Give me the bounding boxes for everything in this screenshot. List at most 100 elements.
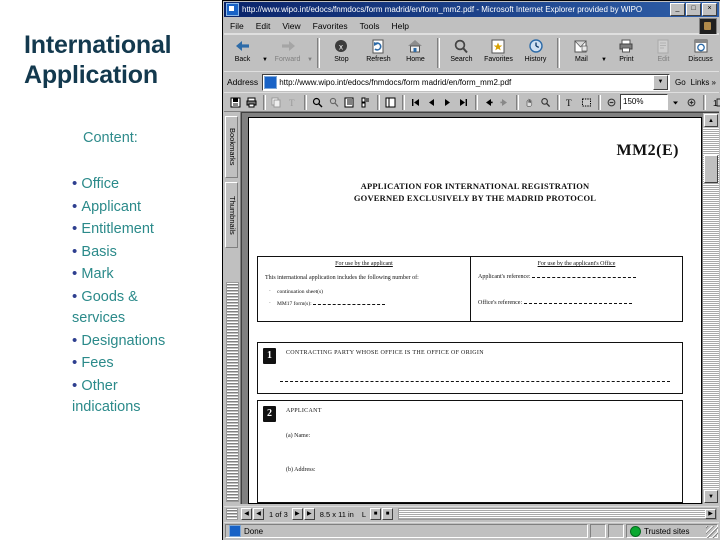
status-gripper[interactable]: [226, 508, 238, 520]
menu-item-edit[interactable]: Edit: [250, 21, 277, 31]
section-2-number: 2: [263, 406, 276, 422]
copy-icon[interactable]: [269, 94, 284, 110]
find-icon[interactable]: [310, 94, 325, 110]
bullet-icon: •: [72, 354, 82, 371]
list-item-label: Goods &: [81, 288, 138, 305]
next-page-icon[interactable]: [440, 94, 455, 110]
chevron-down-icon[interactable]: ▼: [601, 47, 607, 63]
address-input[interactable]: http://www.wipo.int/edocs/fnmdocs/form m…: [262, 73, 670, 91]
forward-button[interactable]: Forward: [269, 36, 306, 70]
minimize-button[interactable]: _: [670, 3, 685, 16]
list-item: • Basis: [72, 241, 222, 264]
bullet-icon: •: [72, 197, 82, 215]
menu-item-view[interactable]: View: [276, 21, 306, 31]
window-controls: _ □ ×: [670, 3, 717, 16]
toolbar-button-label: Favorites: [484, 56, 513, 63]
address-dropdown-icon[interactable]: ▼: [652, 74, 668, 90]
office-reference-label: Office's reference:: [478, 300, 523, 306]
refresh-button[interactable]: Refresh: [360, 36, 397, 70]
toolbar-button-label: Home: [406, 56, 425, 63]
pdf-page-pane[interactable]: MM2(E) APPLICATION FOR INTERNATIONAL REG…: [241, 112, 719, 504]
refresh-icon: [369, 38, 387, 55]
zoom-out-icon[interactable]: [604, 94, 619, 110]
links-button[interactable]: Links »: [691, 78, 716, 87]
print-icon[interactable]: [244, 94, 259, 110]
zoom-tool-icon[interactable]: [538, 94, 553, 110]
thumbnail-icon[interactable]: [358, 94, 373, 110]
select-text-icon[interactable]: T: [285, 94, 300, 110]
status-last-page-icon[interactable]: ▶: [303, 508, 315, 520]
last-page-icon[interactable]: [456, 94, 471, 110]
favorites-button[interactable]: Favorites: [480, 36, 517, 70]
search-button[interactable]: Search: [443, 36, 480, 70]
applicant-box-intro: This international application includes …: [265, 275, 419, 281]
toolbar-button-label: Stop: [334, 56, 349, 63]
status-message-pane: Done: [225, 524, 588, 538]
discuss-button[interactable]: Discuss: [682, 36, 719, 70]
print-button[interactable]: Print: [608, 36, 645, 70]
bullet-icon: •: [72, 265, 82, 282]
discuss-icon: [692, 38, 710, 55]
maximize-button[interactable]: □: [686, 3, 701, 16]
history-button[interactable]: History: [517, 36, 554, 70]
zoom-level-input[interactable]: 150%: [620, 94, 668, 110]
scroll-down-arrow-icon[interactable]: ▼: [704, 490, 718, 503]
menu-item-help[interactable]: Help: [385, 21, 414, 31]
previous-view-icon[interactable]: [481, 94, 496, 110]
search-icon[interactable]: [326, 94, 341, 110]
section-1-input-line[interactable]: [280, 381, 670, 382]
status-previous-page-icon[interactable]: ◀: [253, 508, 264, 520]
menu-item-tools[interactable]: Tools: [354, 21, 386, 31]
first-page-icon[interactable]: [408, 94, 423, 110]
acrobat-status-bar: ◀ ◀ 1 of 3 ▶ ▶ 8.5 x 11 in L ■ ■ ▶: [224, 506, 719, 521]
tab-thumbnails[interactable]: Thumbnails: [225, 182, 238, 248]
menu-item-favorites[interactable]: Favorites: [307, 21, 354, 31]
hand-tool-icon[interactable]: [522, 94, 537, 110]
scrollbar-thumb[interactable]: [704, 155, 718, 183]
tab-bookmarks[interactable]: Bookmarks: [225, 116, 238, 178]
zoom-in-icon[interactable]: [684, 94, 699, 110]
actual-size-icon[interactable]: 1: [709, 94, 720, 110]
previous-page-icon[interactable]: [424, 94, 439, 110]
list-item: • Designations: [72, 330, 222, 353]
chevron-down-icon[interactable]: ▼: [262, 47, 268, 63]
list-item-label: Basis: [81, 243, 117, 260]
section-1-number: 1: [263, 348, 276, 364]
back-button[interactable]: Back: [224, 36, 261, 70]
next-view-icon[interactable]: [497, 94, 512, 110]
show-hide-navigation-icon[interactable]: [383, 94, 398, 110]
graphic-select-icon[interactable]: [579, 94, 594, 110]
window-titlebar: http://www.wipo.int/edocs/fnmdocs/form m…: [224, 2, 719, 17]
continuous-mode-icon[interactable]: ■: [382, 508, 393, 520]
status-next-page-icon[interactable]: ▶: [291, 508, 303, 520]
content-label: Content:: [83, 130, 138, 146]
navigation-splitter[interactable]: [226, 282, 239, 502]
menu-item-file[interactable]: File: [224, 21, 250, 31]
form-section-1: 1 CONTRACTING PARTY WHOSE OFFICE IS THE …: [257, 342, 683, 394]
toolbar-separator: [557, 94, 560, 110]
pdf-vertical-scrollbar[interactable]: ▲ ▼: [702, 113, 719, 504]
text-select-icon[interactable]: T: [563, 94, 578, 110]
applicant-box-item-2-label: MM17 form(s):: [277, 301, 312, 307]
stop-button[interactable]: x Stop: [323, 36, 360, 70]
zoom-dropdown-icon[interactable]: [668, 94, 683, 110]
bookmark-icon[interactable]: [342, 94, 357, 110]
applicant-use-box: For use by the applicant This internatio…: [258, 257, 470, 321]
security-zone-pane[interactable]: Trusted sites: [626, 524, 718, 538]
save-icon[interactable]: [228, 94, 243, 110]
form-code: MM2(E): [616, 142, 679, 159]
scroll-right-arrow-icon[interactable]: ▶: [705, 509, 716, 519]
stop-icon: x: [332, 38, 350, 55]
mail-button[interactable]: Mail: [563, 36, 600, 70]
content-bullet-list: • Office • Applicant • Entitlement • Basis •…: [72, 173, 222, 419]
close-button[interactable]: ×: [702, 3, 717, 16]
edit-button[interactable]: Edit: [645, 36, 682, 70]
pdf-horizontal-scrollbar[interactable]: ▶: [398, 508, 717, 520]
single-page-mode-icon[interactable]: ■: [370, 508, 381, 520]
home-button[interactable]: Home: [397, 36, 434, 70]
go-button[interactable]: Go: [675, 78, 686, 87]
chevron-down-icon[interactable]: ▼: [307, 47, 313, 63]
scroll-up-arrow-icon[interactable]: ▲: [704, 114, 718, 127]
status-first-page-icon[interactable]: ◀: [241, 508, 252, 520]
resize-grip-icon[interactable]: [706, 526, 718, 538]
